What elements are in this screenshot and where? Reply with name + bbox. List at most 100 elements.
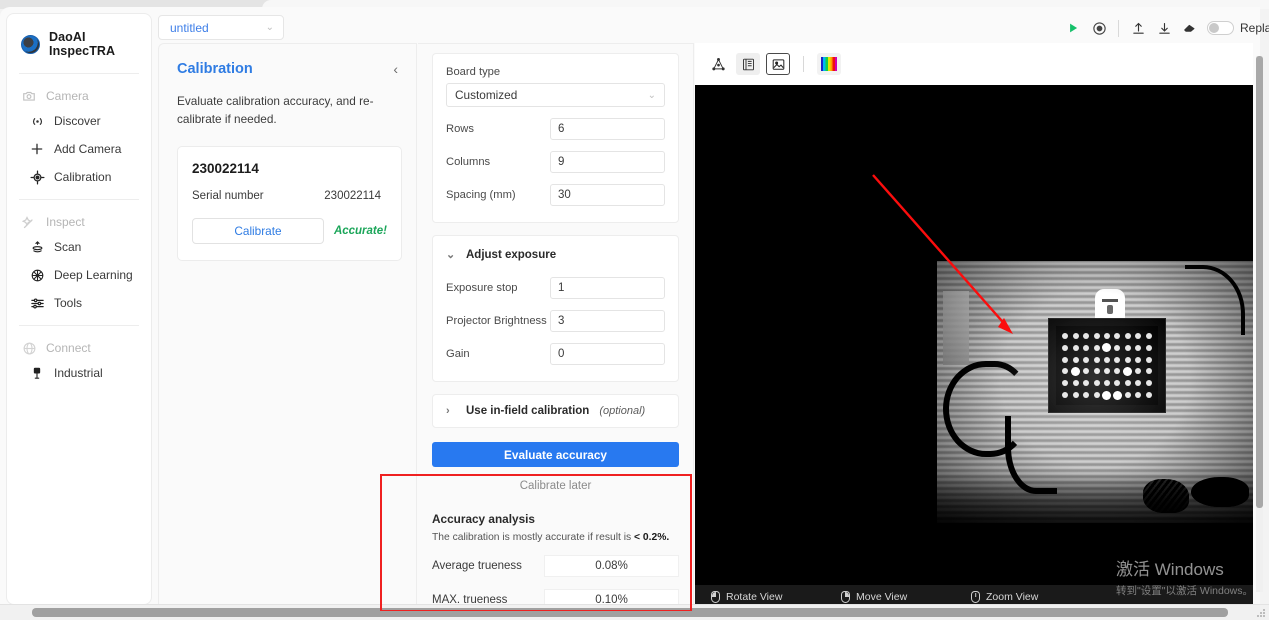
control-label: Zoom View xyxy=(986,591,1039,603)
toolbar-divider xyxy=(803,56,804,72)
sidebar-group-label: Inspect xyxy=(46,215,85,229)
exposure-settings-card: ⌄ Adjust exposure Exposure stop 1 Projec… xyxy=(432,235,679,382)
serial-number-value: 230022114 xyxy=(324,190,381,203)
columns-input[interactable]: 9 xyxy=(550,151,665,173)
control-label: Rotate View xyxy=(726,591,783,603)
calibration-panel: Calibration ‹ Evaluate calibration accur… xyxy=(158,43,417,609)
brand: DaoAI InspecTRA xyxy=(7,14,151,73)
gain-input[interactable]: 0 xyxy=(550,343,665,365)
image-view-icon[interactable] xyxy=(766,53,790,75)
horizontal-scrollbar-thumb[interactable] xyxy=(32,608,1228,617)
brand-name: DaoAI InspecTRA xyxy=(49,30,116,58)
sidebar-group-header-camera: Camera xyxy=(7,85,151,107)
control-label: Move View xyxy=(856,591,908,603)
sidebar-item-industrial[interactable]: Industrial xyxy=(7,359,151,387)
page-title: Calibration xyxy=(177,61,253,77)
sidebar-group-inspect: Inspect Scan Deep Learning Tools xyxy=(7,200,151,325)
evaluate-accuracy-button[interactable]: Evaluate accuracy xyxy=(432,442,679,467)
top-toolbar: Repla xyxy=(1060,14,1269,42)
scan-layers-icon xyxy=(29,239,45,255)
average-trueness-row: Average trueness 0.08% xyxy=(432,555,679,577)
sliders-icon xyxy=(29,295,45,311)
play-icon[interactable] xyxy=(1060,16,1086,40)
field-gain: Gain 0 xyxy=(446,343,665,365)
window-body: DaoAI InspecTRA Camera Discover Add Came… xyxy=(0,7,1260,611)
status-badge: Accurate! xyxy=(333,225,387,238)
brain-network-icon xyxy=(29,267,45,283)
resize-grip-icon[interactable] xyxy=(1255,607,1267,619)
replay-label: Repla xyxy=(1240,21,1269,35)
field-spacing: Spacing (mm) 30 xyxy=(446,184,665,206)
sidebar-item-add-camera[interactable]: Add Camera xyxy=(7,135,151,163)
board-type-label: Board type xyxy=(446,66,501,78)
sidebar-group-camera: Camera Discover Add Camera Calibration xyxy=(7,74,151,199)
vertical-scrollbar-thumb[interactable] xyxy=(1256,56,1263,508)
board-settings-card: Board type Customized ⌄ Rows 6 Columns 9… xyxy=(432,53,679,223)
replay-toggle[interactable] xyxy=(1207,21,1234,35)
mouse-wheel-icon xyxy=(971,591,980,603)
eraser-icon[interactable] xyxy=(1177,16,1203,40)
viewer-canvas[interactable]: Rotate View Move View Zoom View xyxy=(695,85,1253,609)
sidebar-group-connect: Connect Industrial xyxy=(7,326,151,395)
toolbar-divider xyxy=(1118,19,1119,37)
chevron-down-icon: ⌄ xyxy=(265,22,274,33)
chevron-right-icon: › xyxy=(446,405,450,417)
field-label: Exposure stop xyxy=(446,282,518,294)
sidebar-item-deep-learning[interactable]: Deep Learning xyxy=(7,261,151,289)
globe-icon xyxy=(21,340,37,356)
chevron-down-icon: ⌄ xyxy=(647,89,656,101)
infield-calibration-section-header[interactable]: › Use in-field calibration (optional) xyxy=(446,405,665,417)
project-select[interactable]: untitled ⌄ xyxy=(158,15,284,40)
field-exposure-stop: Exposure stop 1 xyxy=(446,277,665,299)
record-icon[interactable] xyxy=(1086,16,1112,40)
board-type-select[interactable]: Customized ⌄ xyxy=(446,83,665,107)
field-label: Projector Brightness xyxy=(446,315,547,327)
project-name: untitled xyxy=(170,20,209,35)
rows-input[interactable]: 6 xyxy=(550,118,665,140)
optional-tag: (optional) xyxy=(599,405,646,417)
download-icon[interactable] xyxy=(1151,16,1177,40)
calibrate-button[interactable]: Calibrate xyxy=(192,218,324,245)
sidebar-group-header-connect: Connect xyxy=(7,337,151,359)
sidebar-item-tools[interactable]: Tools xyxy=(7,289,151,317)
image-shadow xyxy=(937,471,1253,523)
broadcast-icon xyxy=(29,113,45,129)
sidebar-item-label: Industrial xyxy=(54,366,103,380)
sidebar-item-discover[interactable]: Discover xyxy=(7,107,151,135)
serial-number-row: Serial number 230022114 xyxy=(192,190,387,202)
calibrate-later-link[interactable]: Calibrate later xyxy=(418,480,693,492)
field-projector-brightness: Projector Brightness 3 xyxy=(446,310,665,332)
chevron-left-icon[interactable]: ‹ xyxy=(391,62,400,76)
depth-map-icon[interactable] xyxy=(736,53,760,75)
daoai-logo-icon xyxy=(21,34,40,54)
vertical-scrollbar[interactable] xyxy=(1256,56,1263,592)
projector-brightness-input[interactable]: 3 xyxy=(550,310,665,332)
field-label: Gain xyxy=(446,348,470,360)
move-view-control[interactable]: Move View xyxy=(825,591,955,603)
plus-icon xyxy=(29,141,45,157)
sidebar-item-calibration[interactable]: Calibration xyxy=(7,163,151,191)
horizontal-scrollbar[interactable] xyxy=(0,604,1269,620)
camera-id: 230022114 xyxy=(192,161,259,177)
mouse-right-button-icon xyxy=(841,591,850,603)
adjust-exposure-section-header[interactable]: ⌄ Adjust exposure xyxy=(446,248,665,262)
sidebar-group-label: Camera xyxy=(46,89,89,103)
color-bar-icon[interactable] xyxy=(817,53,841,75)
point-cloud-icon[interactable] xyxy=(706,53,730,75)
sidebar-group-header-inspect: Inspect xyxy=(7,211,151,233)
spacing-input[interactable]: 30 xyxy=(550,184,665,206)
upload-icon[interactable] xyxy=(1125,16,1151,40)
exposure-stop-input[interactable]: 1 xyxy=(550,277,665,299)
field-label: Spacing (mm) xyxy=(446,189,516,201)
application-window: DaoAI InspecTRA Camera Discover Add Came… xyxy=(0,0,1269,620)
rotate-view-control[interactable]: Rotate View xyxy=(695,591,825,603)
wand-icon xyxy=(21,214,37,230)
sidebar-item-label: Discover xyxy=(54,114,101,128)
camera-actions: Calibrate Accurate! xyxy=(192,218,387,245)
section-title: Use in-field calibration xyxy=(466,405,590,417)
sidebar-item-scan[interactable]: Scan xyxy=(7,233,151,261)
sidebar: DaoAI InspecTRA Camera Discover Add Came… xyxy=(6,13,152,605)
accuracy-analysis-section: Accuracy analysis The calibration is mos… xyxy=(432,512,679,609)
zoom-view-control[interactable]: Zoom View xyxy=(955,591,1085,603)
accuracy-subtitle-prefix: The calibration is mostly accurate if re… xyxy=(432,532,635,543)
